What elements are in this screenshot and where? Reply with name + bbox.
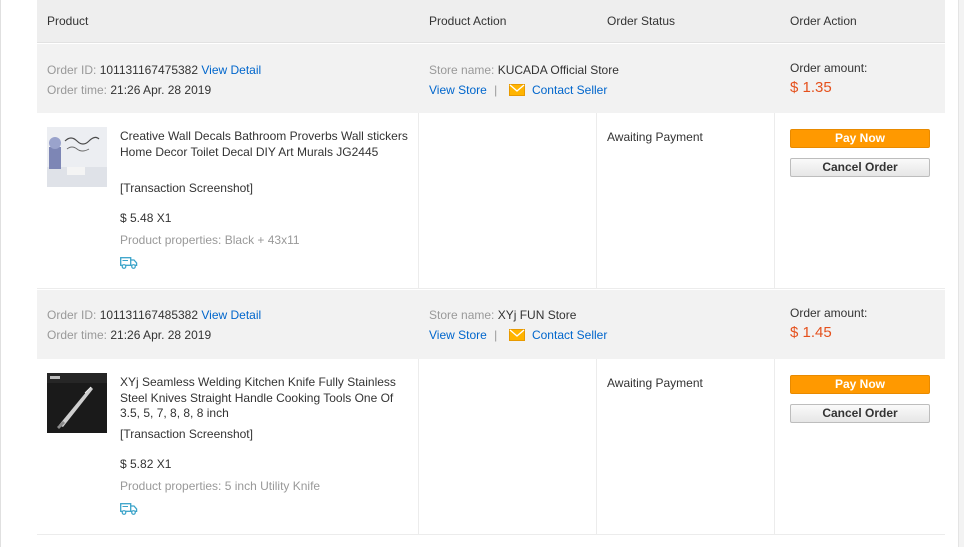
order-item: Creative Wall Decals Bathroom Proverbs W… [37, 113, 945, 289]
cancel-order-button[interactable]: Cancel Order [790, 158, 930, 177]
product-price: $ 5.82 X1 [120, 457, 172, 471]
view-store-link[interactable]: View Store [429, 328, 487, 342]
order-id-value: 101131167485382 [99, 308, 199, 322]
truck-icon[interactable] [120, 257, 138, 272]
order-amount-label: Order amount: [790, 306, 868, 320]
order-amount-value: $ 1.35 [790, 79, 832, 96]
order-item: XYj Seamless Welding Kitchen Knife Fully… [37, 359, 945, 535]
view-store-link[interactable]: View Store [429, 83, 487, 97]
store-name-label: Store name: [429, 63, 495, 77]
column-product: Product [47, 14, 89, 28]
pay-now-button[interactable]: Pay Now [790, 129, 930, 148]
column-order-action: Order Action [790, 14, 857, 28]
order-time-label: Order time: [47, 328, 108, 342]
product-title[interactable]: Creative Wall Decals Bathroom Proverbs W… [120, 129, 408, 160]
order-status: Awaiting Payment [607, 376, 703, 390]
contact-seller-link[interactable]: Contact Seller [532, 83, 607, 97]
product-title[interactable]: XYj Seamless Welding Kitchen Knife Fully… [120, 375, 408, 422]
order-header: Order ID: 101131167475382 View Detail Or… [37, 43, 945, 113]
scrollbar[interactable] [958, 0, 964, 547]
column-order-status: Order Status [607, 14, 676, 28]
truck-icon[interactable] [120, 503, 138, 518]
store-name-value: KUCADA Official Store [497, 63, 619, 77]
product-thumbnail[interactable] [47, 127, 107, 187]
order-header: Order ID: 101131167485382 View Detail Or… [37, 289, 945, 359]
order-time-value: 21:26 Apr. 28 2019 [110, 83, 212, 97]
table-header: Product Product Action Order Status Orde… [37, 0, 945, 43]
product-properties-value: Black + 43x11 [224, 233, 300, 247]
order-status: Awaiting Payment [607, 130, 703, 144]
product-properties-label: Product properties: [120, 233, 222, 247]
envelope-icon [508, 84, 525, 100]
pay-now-button[interactable]: Pay Now [790, 375, 930, 394]
envelope-icon [508, 329, 525, 345]
order-id-label: Order ID: [47, 63, 97, 77]
product-properties-value: 5 inch Utility Knife [224, 479, 321, 493]
link-separator: | [494, 328, 498, 342]
product-thumbnail[interactable] [47, 373, 107, 433]
order-id-label: Order ID: [47, 308, 97, 322]
order-time-label: Order time: [47, 83, 108, 97]
column-product-action: Product Action [429, 14, 507, 28]
link-separator: | [494, 83, 498, 97]
order-amount-value: $ 1.45 [790, 324, 832, 341]
view-detail-link[interactable]: View Detail [201, 63, 261, 77]
product-price: $ 5.48 X1 [120, 211, 172, 225]
transaction-screenshot-link[interactable]: [Transaction Screenshot] [120, 181, 253, 195]
order-time-value: 21:26 Apr. 28 2019 [110, 328, 212, 342]
page-left-border [0, 0, 1, 547]
contact-seller-link[interactable]: Contact Seller [532, 328, 607, 342]
order-amount-label: Order amount: [790, 61, 868, 75]
product-properties-label: Product properties: [120, 479, 222, 493]
store-name-value: XYj FUN Store [497, 308, 577, 322]
cancel-order-button[interactable]: Cancel Order [790, 404, 930, 423]
orders-table: Product Product Action Order Status Orde… [37, 0, 945, 535]
order-id-value: 101131167475382 [99, 63, 199, 77]
view-detail-link[interactable]: View Detail [201, 308, 261, 322]
store-name-label: Store name: [429, 308, 495, 322]
transaction-screenshot-link[interactable]: [Transaction Screenshot] [120, 427, 253, 441]
